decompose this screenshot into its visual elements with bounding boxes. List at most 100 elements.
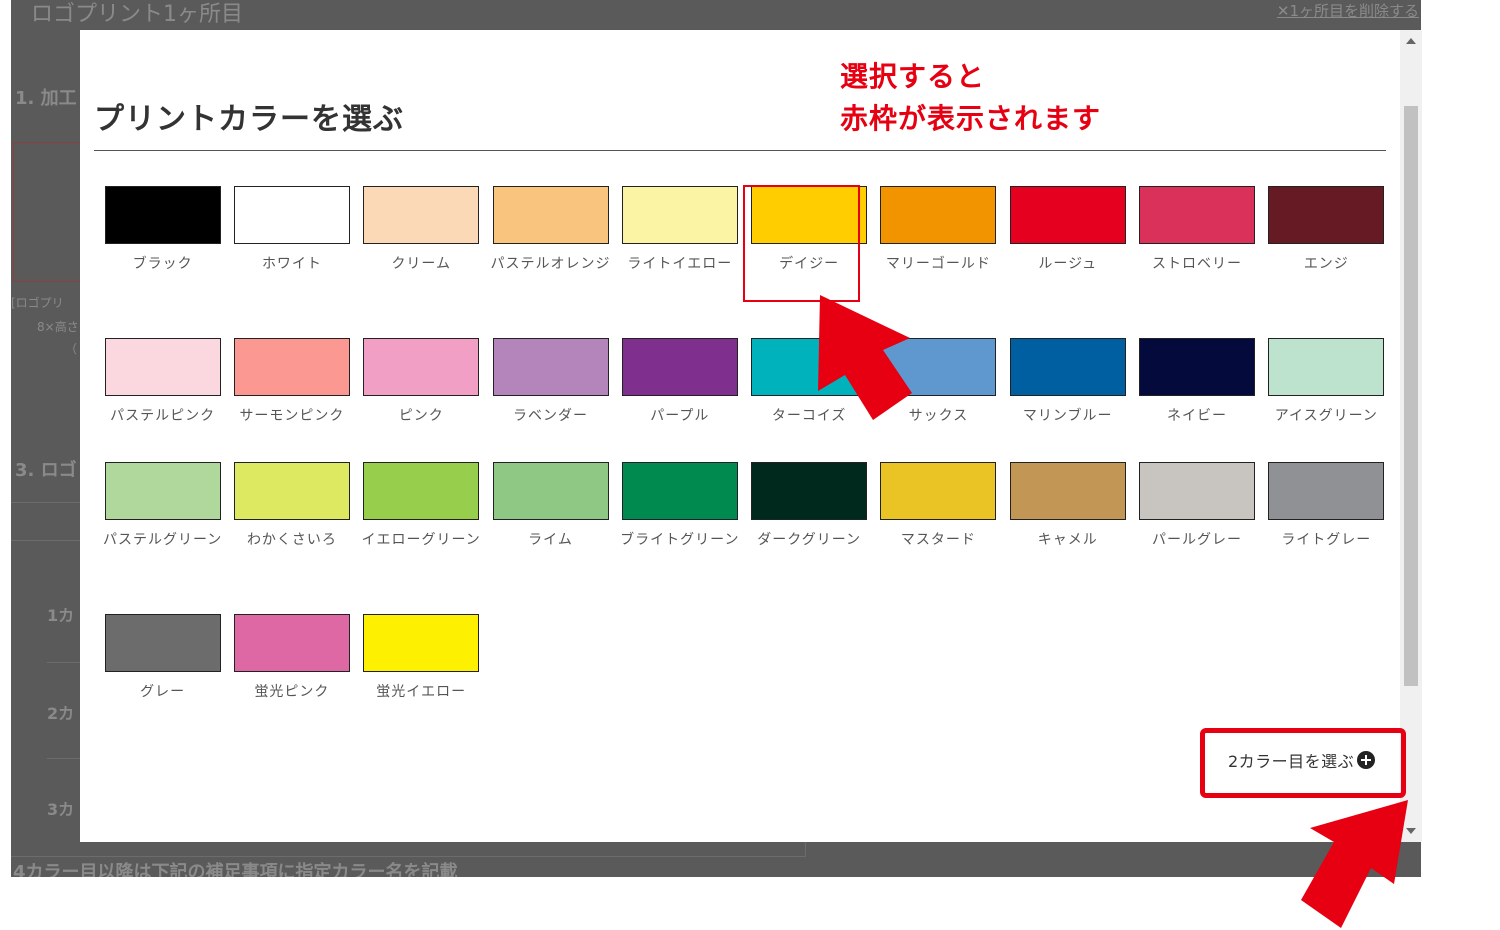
color-name-label: ネイビー (1167, 408, 1228, 424)
color-name-label: サーモンピンク (239, 408, 345, 424)
swatch-row: グレー 蛍光ピンク 蛍光イエロー (98, 614, 486, 705)
color-name-label: ダークグリーン (757, 532, 861, 548)
color-option[interactable]: わかくさいろ (227, 462, 356, 553)
color-option[interactable]: パステルオレンジ (486, 186, 615, 277)
color-swatch[interactable] (492, 338, 609, 396)
color-swatch[interactable] (1139, 462, 1256, 520)
color-swatch[interactable] (1139, 338, 1256, 396)
annotation-arrow-icon (818, 295, 912, 420)
color-option[interactable]: ブラック (98, 186, 227, 277)
color-swatch[interactable] (233, 338, 350, 396)
color-name-label: イエローグリーン (361, 532, 481, 548)
color-name-label: パステルオレンジ (490, 256, 611, 272)
color-name-label: クリーム (391, 256, 452, 272)
color-name-label: ストロベリー (1152, 256, 1243, 272)
color-swatch[interactable] (363, 462, 480, 520)
color-name-label: ライム (528, 532, 573, 548)
color-swatch[interactable] (1009, 338, 1126, 396)
color-option[interactable]: アイスグリーン (1262, 338, 1391, 429)
color-option[interactable]: ホワイト (227, 186, 356, 277)
color-option[interactable]: ライトグレー (1262, 462, 1391, 553)
color-option[interactable]: ネイビー (1132, 338, 1261, 429)
color-option[interactable]: イエローグリーン (357, 462, 486, 553)
color-option[interactable]: ライトイエロー (615, 186, 744, 277)
color-option[interactable]: パープル (615, 338, 744, 429)
color-swatch[interactable] (621, 338, 738, 396)
color-name-label: ルージュ (1038, 256, 1098, 272)
color-option[interactable]: マリーゴールド (874, 186, 1003, 277)
color-name-label: わかくさいろ (246, 532, 337, 548)
color-swatch[interactable] (1268, 338, 1385, 396)
color-swatch[interactable] (1009, 186, 1126, 244)
color-swatch[interactable] (233, 186, 350, 244)
annotation-callout: 選択すると 赤枠が表示されます (840, 56, 1101, 140)
color-swatch[interactable] (104, 614, 221, 672)
color-option[interactable]: ライム (486, 462, 615, 553)
color-swatch[interactable] (880, 462, 997, 520)
annotation-line-2: 赤枠が表示されます (840, 102, 1102, 135)
bg-divider (11, 540, 81, 541)
color-option[interactable]: クリーム (357, 186, 486, 277)
color-option[interactable]: ストロベリー (1132, 186, 1261, 277)
color-swatch[interactable] (1139, 186, 1256, 244)
color-swatch[interactable] (621, 186, 738, 244)
color-swatch[interactable] (621, 462, 738, 520)
color-name-label: パールグレー (1152, 532, 1243, 548)
color-name-label: ライトグレー (1281, 532, 1372, 548)
bg-section-heading-3: 3. ロゴ (15, 460, 77, 481)
bg-divider (11, 502, 81, 503)
color-swatch[interactable] (104, 338, 221, 396)
color-name-label: ブライトグリーン (620, 532, 740, 548)
selected-color-frame (743, 185, 860, 302)
color-swatch[interactable] (104, 462, 221, 520)
color-swatch[interactable] (363, 338, 480, 396)
color-option[interactable]: マリンブルー (1003, 338, 1132, 429)
color-option[interactable]: パステルピンク (98, 338, 227, 429)
scroll-thumb[interactable] (1404, 106, 1418, 686)
color-swatch[interactable] (363, 186, 480, 244)
color-swatch[interactable] (880, 186, 997, 244)
color-option[interactable]: パステルグリーン (98, 462, 227, 553)
color-option[interactable]: 蛍光ピンク (227, 614, 356, 705)
color-swatch[interactable] (233, 462, 350, 520)
scroll-up-arrow-icon[interactable] (1406, 38, 1416, 44)
color-option[interactable]: グレー (98, 614, 227, 705)
color-name-label: マスタード (900, 532, 976, 548)
color-swatch[interactable] (1268, 462, 1385, 520)
modal-scrollbar[interactable] (1400, 30, 1422, 842)
color-option[interactable]: エンジ (1262, 186, 1391, 277)
color-name-label: マリンブルー (1022, 408, 1113, 424)
color-option[interactable]: ルージュ (1003, 186, 1132, 277)
color-name-label: ライトイエロー (627, 256, 733, 272)
color-name-label: パープル (650, 408, 710, 424)
color-option[interactable]: サーモンピンク (227, 338, 356, 429)
color-name-label: アイスグリーン (1274, 408, 1378, 424)
modal-title: プリントカラーを選ぶ (94, 102, 404, 137)
color-option[interactable]: ピンク (357, 338, 486, 429)
color-name-label: ブラック (132, 256, 193, 272)
annotation-arrow-icon (1301, 800, 1408, 928)
color-option[interactable]: パールグレー (1132, 462, 1261, 553)
print-color-modal: プリントカラーを選ぶ ブラック ホワイト クリーム パステルオレンジ ライトイエロー デイ… (80, 30, 1422, 842)
color-swatch[interactable] (1268, 186, 1385, 244)
color-swatch[interactable] (104, 186, 221, 244)
bg-selected-item-frame (13, 142, 83, 282)
color-swatch[interactable] (492, 462, 609, 520)
color-name-label: エンジ (1303, 256, 1349, 272)
color-option[interactable]: ラベンダー (486, 338, 615, 429)
color-swatch[interactable] (363, 614, 480, 672)
color-swatch[interactable] (1009, 462, 1126, 520)
bg-paren-text: （ (65, 342, 78, 356)
color-name-label: ホワイト (261, 256, 322, 272)
color-swatch[interactable] (233, 614, 350, 672)
bg-size-text: 8×高さ (37, 320, 79, 334)
color-option[interactable]: ダークグリーン (744, 462, 873, 553)
color-swatch[interactable] (492, 186, 609, 244)
color-swatch[interactable] (751, 462, 868, 520)
color-name-label: キャメル (1037, 532, 1098, 548)
color-option[interactable]: キャメル (1003, 462, 1132, 553)
color-option[interactable]: ブライトグリーン (615, 462, 744, 553)
color-option[interactable]: マスタード (874, 462, 1003, 553)
bg-note-text: 4カラー目以降は下記の補足事項に指定カラー名を記載 (13, 862, 458, 877)
color-option[interactable]: 蛍光イエロー (357, 614, 486, 705)
